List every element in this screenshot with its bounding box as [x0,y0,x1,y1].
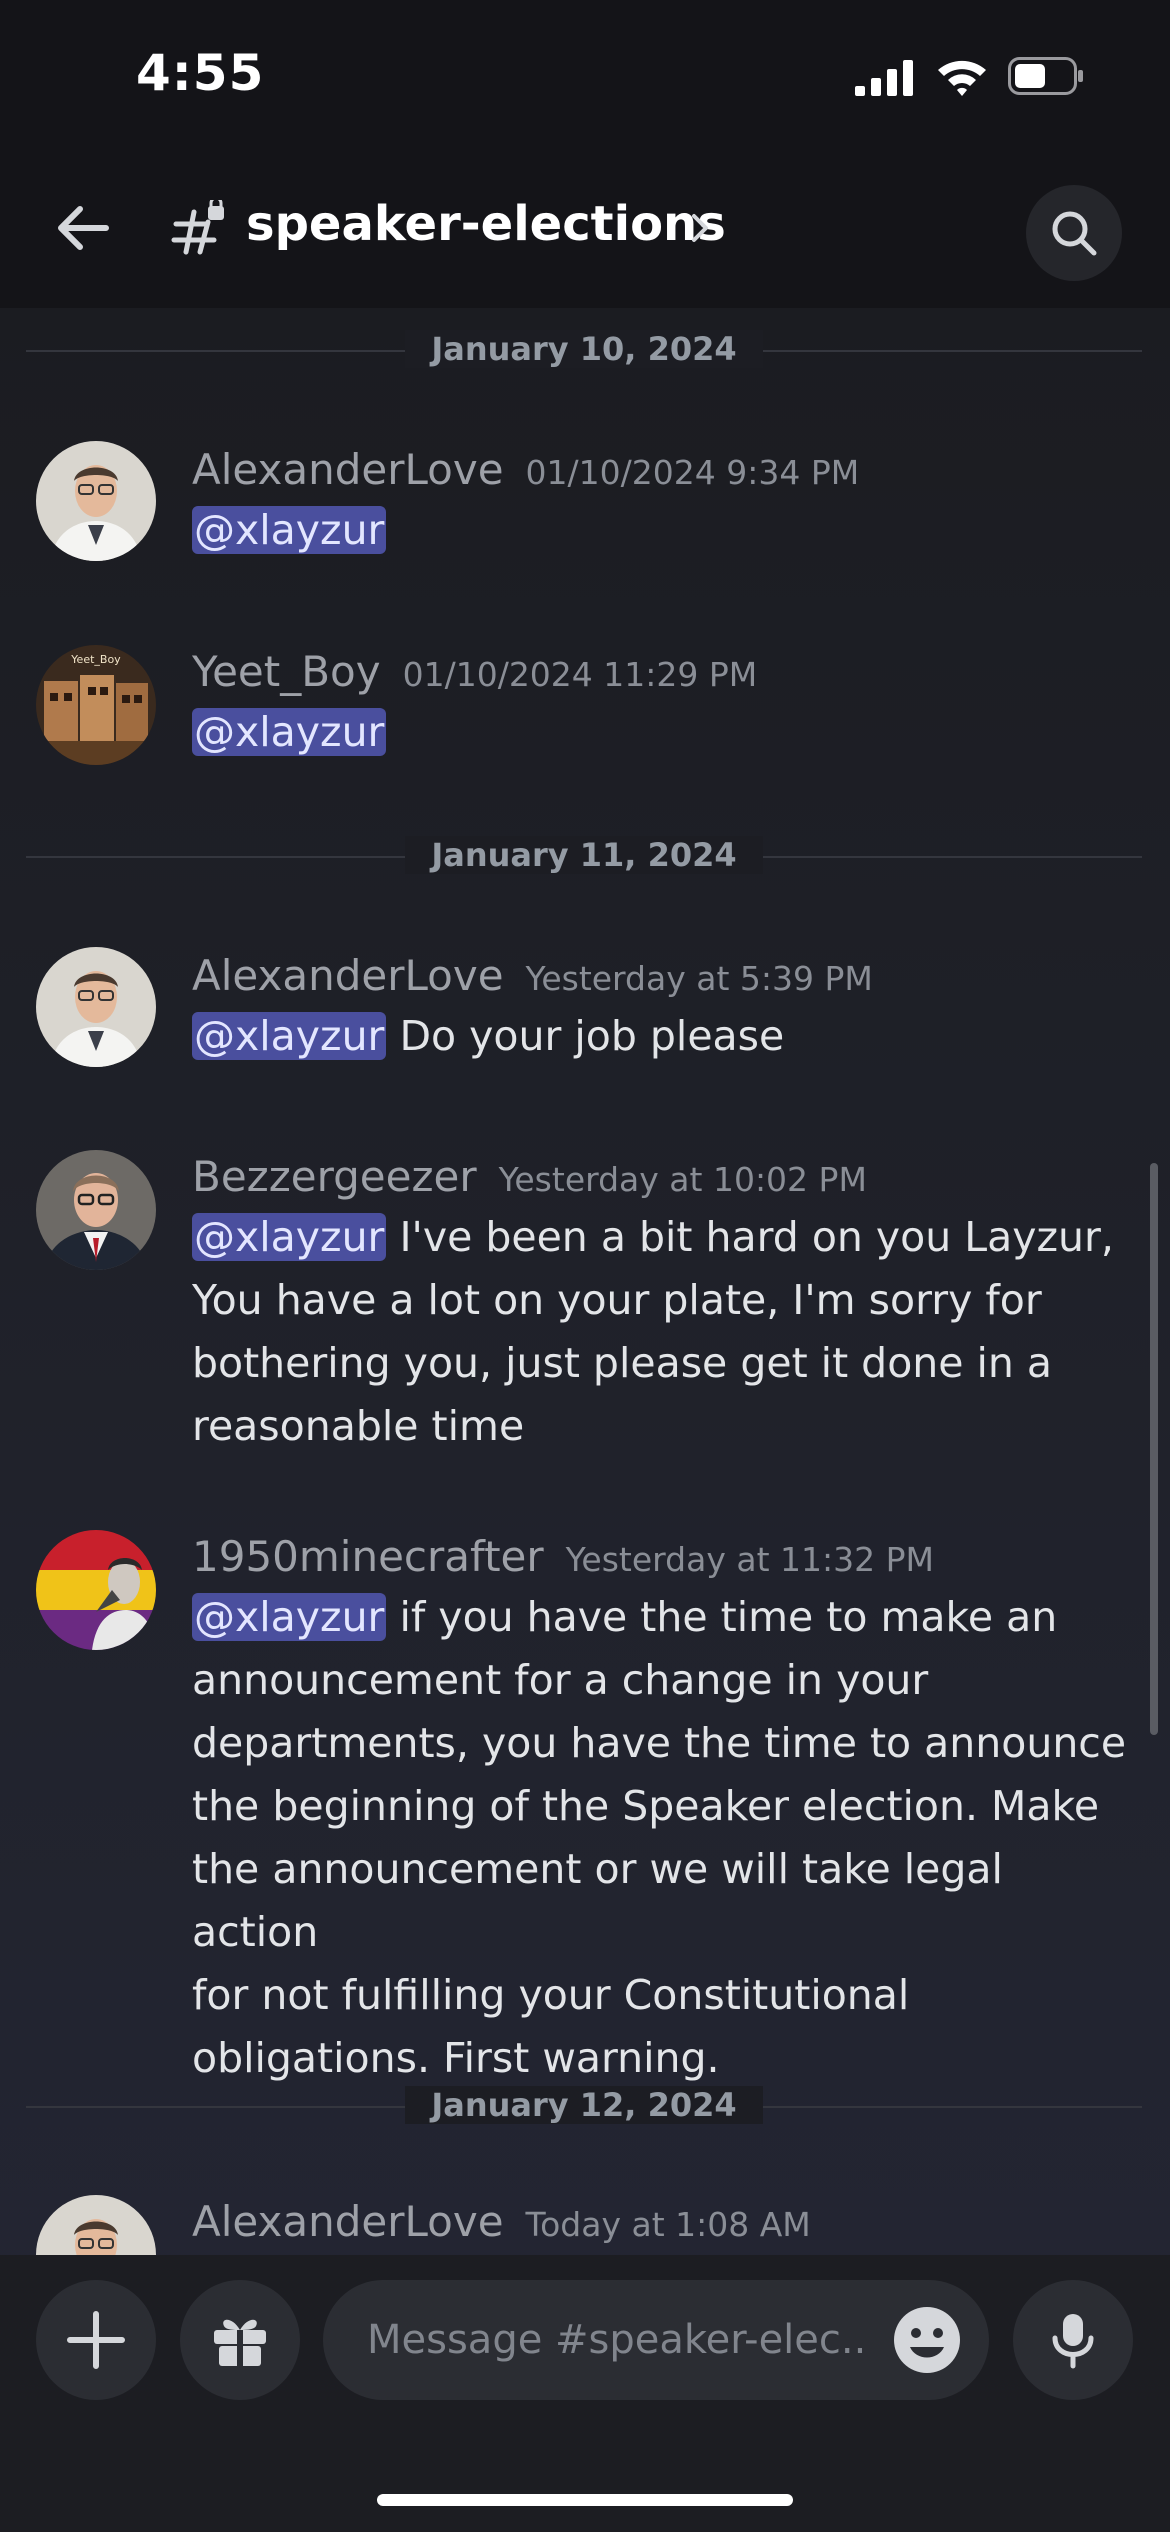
message-line: if you have the time to make an [399,1593,1058,1641]
username[interactable]: Yeet_Boy [192,647,381,696]
message-line: the beginning of the Speaker election. M… [192,1782,1100,1830]
emoji-icon[interactable] [892,2305,962,2375]
avatar[interactable]: Yeet_Boy [36,645,156,765]
message-timestamp: Yesterday at 11:32 PM [565,1540,934,1579]
avatar[interactable] [36,1150,156,1270]
avatar-caption: Yeet_Boy [70,653,121,666]
message-text: Do your job please [399,1012,785,1060]
user-mention[interactable]: @xlayzur [192,1012,387,1060]
date-divider-label: January 12, 2024 [405,2086,763,2124]
avatar[interactable] [36,441,156,561]
scrollbar[interactable] [1150,1163,1158,1735]
message-author[interactable]: AlexanderLove Today at 1:08 AM [192,2197,811,2246]
message-line: reasonable time [192,1402,525,1450]
message-author[interactable]: 1950minecrafter Yesterday at 11:32 PM [192,1532,934,1581]
wifi-icon [938,60,986,96]
message-timestamp: Today at 1:08 AM [525,2205,811,2244]
message-line: announcement for a change in your [192,1656,929,1704]
message-line: for not fulfilling your Constitutional [192,1971,910,2019]
username[interactable]: 1950minecrafter [192,1532,544,1581]
gift-icon [214,2319,266,2366]
message-body: @xlayzur if you have the time to make an… [192,1586,1132,2090]
search-icon [1052,211,1097,256]
message-author[interactable]: Bezzergeezer Yesterday at 10:02 PM [192,1152,867,1201]
locked-channel-icon [171,200,224,255]
message-line: departments, you have the time to announ… [192,1719,1127,1767]
message-timestamp: Yesterday at 5:39 PM [525,959,873,998]
date-divider-label: January 11, 2024 [405,836,763,874]
back-arrow-icon[interactable] [54,200,110,256]
message-body: @xlayzur Do your job please [192,1005,1132,1068]
message-body: @xlayzur [192,499,1132,562]
message-timestamp: 01/10/2024 11:29 PM [402,655,758,694]
search-button[interactable] [1026,185,1122,281]
message-composer [0,2255,1170,2532]
status-bar: 4:55 [0,0,1170,150]
avatar[interactable] [36,1530,156,1650]
date-divider: January 10, 2024 [26,330,1142,370]
channel-title[interactable]: speaker-elections [246,196,726,252]
cellular-signal-icon [855,60,913,96]
add-attachment-button[interactable] [36,2280,156,2400]
message-line: obligations. First warning. [192,2034,720,2082]
gift-button[interactable] [180,2280,300,2400]
battery-icon [1008,57,1083,95]
message-author[interactable]: AlexanderLove Yesterday at 5:39 PM [192,951,873,1000]
username[interactable]: AlexanderLove [192,2197,504,2246]
message-list[interactable]: January 10, 2024 AlexanderLove 01/10/2024… [0,308,1170,2255]
user-mention[interactable]: @xlayzur [192,708,387,756]
date-divider: January 11, 2024 [26,836,1142,876]
status-time: 4:55 [136,44,265,102]
message-line: the announcement or we will take legal a… [192,1845,1003,1956]
message-line: bothering you, just please get it done i… [192,1339,1053,1387]
plus-icon [67,2311,125,2369]
avatar[interactable] [36,2195,156,2255]
message-line: You have a lot on your plate, I'm sorry … [192,1276,1042,1324]
user-mention[interactable]: @xlayzur [192,1593,387,1641]
message-line: I've been a bit hard on you Layzur, [399,1213,1114,1261]
message-input[interactable] [323,2280,989,2400]
message-body: @xlayzur [192,701,1132,764]
microphone-icon [1052,2314,1094,2369]
message-author[interactable]: Yeet_Boy 01/10/2024 11:29 PM [192,647,757,696]
date-divider-label: January 10, 2024 [405,330,763,368]
message-author[interactable]: AlexanderLove 01/10/2024 9:34 PM [192,445,859,494]
voice-message-button[interactable] [1013,2280,1133,2400]
username[interactable]: AlexanderLove [192,445,504,494]
message-timestamp: 01/10/2024 9:34 PM [525,453,860,492]
username[interactable]: AlexanderLove [192,951,504,1000]
date-divider: January 12, 2024 [26,2086,1142,2126]
home-indicator[interactable] [377,2494,793,2506]
chevron-right-icon[interactable] [688,210,712,246]
username[interactable]: Bezzergeezer [192,1152,477,1201]
message-body: @xlayzur I've been a bit hard on you Lay… [192,1206,1132,1458]
channel-header: speaker-elections [0,150,1170,308]
user-mention[interactable]: @xlayzur [192,506,387,554]
user-mention[interactable]: @xlayzur [192,1213,387,1261]
avatar[interactable] [36,947,156,1067]
message-timestamp: Yesterday at 10:02 PM [498,1160,867,1199]
